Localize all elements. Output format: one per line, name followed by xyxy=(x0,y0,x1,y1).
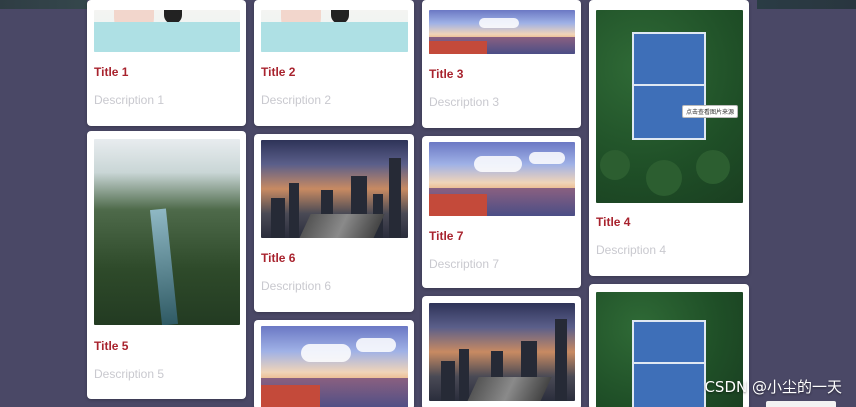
card-5-description: Description 5 xyxy=(94,367,165,381)
csdn-watermark: CSDN @小尘的一天 xyxy=(704,378,842,396)
card-1-title: Title 1 xyxy=(94,65,129,79)
card-4-title: Title 4 xyxy=(596,215,631,229)
card-6-title: Title 6 xyxy=(261,251,296,265)
card-9-image xyxy=(429,303,575,401)
card-4-image: 点击查看图片来源 xyxy=(596,10,743,203)
card-3-title: Title 3 xyxy=(429,67,464,81)
card-9[interactable] xyxy=(422,296,581,407)
card-7[interactable]: Title 7 Description 7 xyxy=(422,136,581,288)
card-8[interactable] xyxy=(254,320,414,407)
card-4[interactable]: 点击查看图片来源 Title 4 Description 4 xyxy=(589,0,749,276)
card-7-title: Title 7 xyxy=(429,229,464,243)
card-3[interactable]: Title 3 Description 3 xyxy=(422,0,581,128)
card-1[interactable]: Title 1 Description 1 xyxy=(87,0,246,126)
card-2[interactable]: Title 2 Description 2 xyxy=(254,0,414,126)
card-6-image xyxy=(261,140,408,238)
waterfall-grid: Title 1 Description 1 Title 5 Descriptio… xyxy=(87,0,757,407)
card-8-image xyxy=(261,326,408,407)
card-1-description: Description 1 xyxy=(94,93,165,107)
image-source-tooltip: 点击查看图片来源 xyxy=(682,105,739,118)
card-1-image xyxy=(94,10,240,52)
card-2-image xyxy=(261,10,408,52)
card-6[interactable]: Title 6 Description 6 xyxy=(254,134,414,312)
card-7-image xyxy=(429,142,575,216)
card-2-title: Title 2 xyxy=(261,65,296,79)
card-3-description: Description 3 xyxy=(429,95,500,109)
card-2-description: Description 2 xyxy=(261,93,332,107)
corner-toolbar xyxy=(766,401,836,407)
card-4-description: Description 4 xyxy=(596,243,667,257)
card-5[interactable]: Title 5 Description 5 xyxy=(87,131,246,399)
card-6-description: Description 6 xyxy=(261,279,332,293)
card-3-image xyxy=(429,10,575,54)
card-5-image xyxy=(94,139,240,325)
card-5-title: Title 5 xyxy=(94,339,129,353)
card-7-description: Description 7 xyxy=(429,257,500,271)
